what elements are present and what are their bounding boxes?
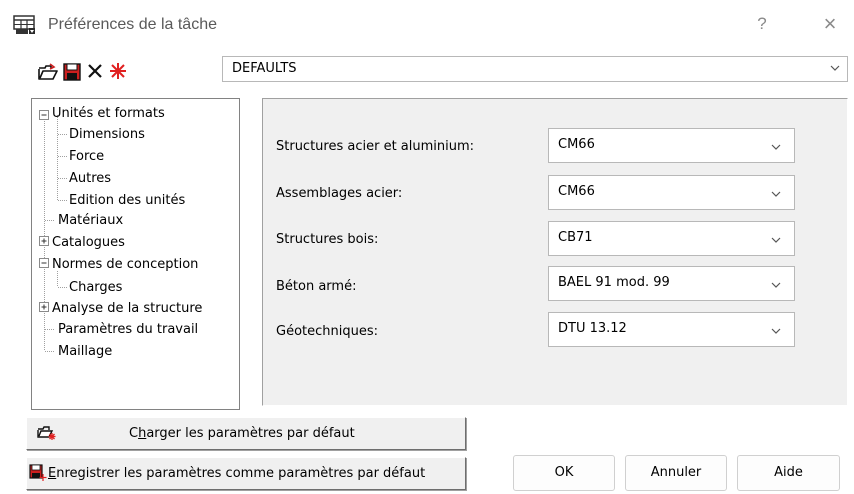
app-icon bbox=[13, 15, 37, 35]
chevron-down-icon bbox=[771, 191, 781, 197]
tree-item-materiaux[interactable]: Matériaux bbox=[58, 213, 123, 228]
field-label-assemblages: Assemblages acier: bbox=[276, 186, 403, 201]
close-icon: × bbox=[823, 11, 837, 36]
chevron-down-icon bbox=[830, 65, 840, 71]
field-label-acier: Structures acier et aluminium: bbox=[276, 139, 475, 154]
preset-select[interactable]: DEFAULTS bbox=[222, 56, 848, 82]
tree-item-charges[interactable]: Charges bbox=[69, 280, 122, 295]
label-part: C bbox=[129, 426, 139, 441]
select-value: DTU 13.12 bbox=[558, 321, 627, 336]
cancel-button[interactable]: Annuler bbox=[625, 455, 727, 491]
title-bar: Préférences de la tâche ? × bbox=[0, 0, 854, 52]
chevron-down-icon bbox=[771, 328, 781, 334]
chevron-down-icon bbox=[771, 237, 781, 243]
chevron-down-icon bbox=[771, 282, 781, 288]
preset-value: DEFAULTS bbox=[232, 61, 297, 76]
tree-item-normes[interactable]: Normes de conception bbox=[52, 257, 198, 272]
label-part: arger les paramètres par défaut bbox=[146, 426, 355, 441]
select-assemblages[interactable]: CM66 bbox=[548, 175, 795, 210]
tree-item-catalogues[interactable]: Catalogues bbox=[52, 235, 125, 250]
collapse-icon[interactable] bbox=[39, 110, 50, 121]
save-defaults-label: Enregistrer les paramètres comme paramèt… bbox=[48, 466, 425, 481]
tree-item-edition-unites[interactable]: Edition des unités bbox=[69, 193, 185, 208]
tree-item-dimensions[interactable]: Dimensions bbox=[69, 127, 145, 142]
tree-item-unites[interactable]: Unités et formats bbox=[52, 106, 165, 121]
open-folder-icon[interactable] bbox=[38, 63, 58, 81]
select-value: BAEL 91 mod. 99 bbox=[558, 275, 670, 290]
tree-item-force[interactable]: Force bbox=[69, 149, 104, 164]
load-defaults-label: Charger les paramètres par défaut bbox=[129, 426, 355, 441]
chevron-down-icon bbox=[771, 144, 781, 150]
select-beton[interactable]: BAEL 91 mod. 99 bbox=[548, 266, 795, 301]
expand-icon[interactable] bbox=[39, 302, 50, 313]
close-button[interactable]: × bbox=[818, 12, 842, 36]
select-acier[interactable]: CM66 bbox=[548, 128, 795, 163]
select-bois[interactable]: CB71 bbox=[548, 221, 795, 256]
reset-star-icon[interactable] bbox=[108, 62, 128, 80]
tree-item-maillage[interactable]: Maillage bbox=[58, 344, 112, 359]
accelerator-key: E bbox=[48, 466, 57, 481]
load-folder-icon bbox=[37, 426, 56, 440]
save-as-defaults-button[interactable]: Enregistrer les paramètres comme paramèt… bbox=[26, 457, 466, 490]
tree-item-analyse[interactable]: Analyse de la structure bbox=[52, 301, 202, 316]
select-value: CM66 bbox=[558, 184, 595, 199]
field-label-bois: Structures bois: bbox=[276, 232, 379, 247]
label-part: nregistrer les paramètres comme paramètr… bbox=[56, 466, 426, 481]
collapse-icon[interactable] bbox=[39, 258, 50, 269]
tree-item-autres[interactable]: Autres bbox=[69, 171, 111, 186]
window-title: Préférences de la tâche bbox=[48, 16, 217, 33]
expand-icon[interactable] bbox=[39, 236, 50, 247]
field-label-geotechniques: Géotechniques: bbox=[276, 324, 379, 339]
select-value: CB71 bbox=[558, 230, 593, 245]
tree-lines bbox=[44, 115, 67, 352]
field-label-beton: Béton armé: bbox=[276, 279, 357, 294]
tree-item-parametres-travail[interactable]: Paramètres du travail bbox=[58, 322, 198, 337]
save-disk-icon bbox=[29, 464, 47, 481]
ok-button[interactable]: OK bbox=[513, 455, 615, 491]
help-title-button[interactable]: ? bbox=[752, 14, 772, 36]
delete-x-icon[interactable] bbox=[86, 62, 106, 80]
select-value: CM66 bbox=[558, 137, 595, 152]
load-defaults-button[interactable]: Charger les paramètres par défaut bbox=[26, 417, 466, 450]
select-geotechniques[interactable]: DTU 13.12 bbox=[548, 312, 795, 347]
design-codes-panel: Structures acier et aluminium: CM66 Asse… bbox=[262, 98, 848, 406]
save-disk-icon[interactable] bbox=[62, 63, 82, 81]
help-button[interactable]: Aide bbox=[737, 455, 840, 491]
category-tree[interactable]: Unités et formats Dimensions Force Autre… bbox=[31, 98, 240, 410]
